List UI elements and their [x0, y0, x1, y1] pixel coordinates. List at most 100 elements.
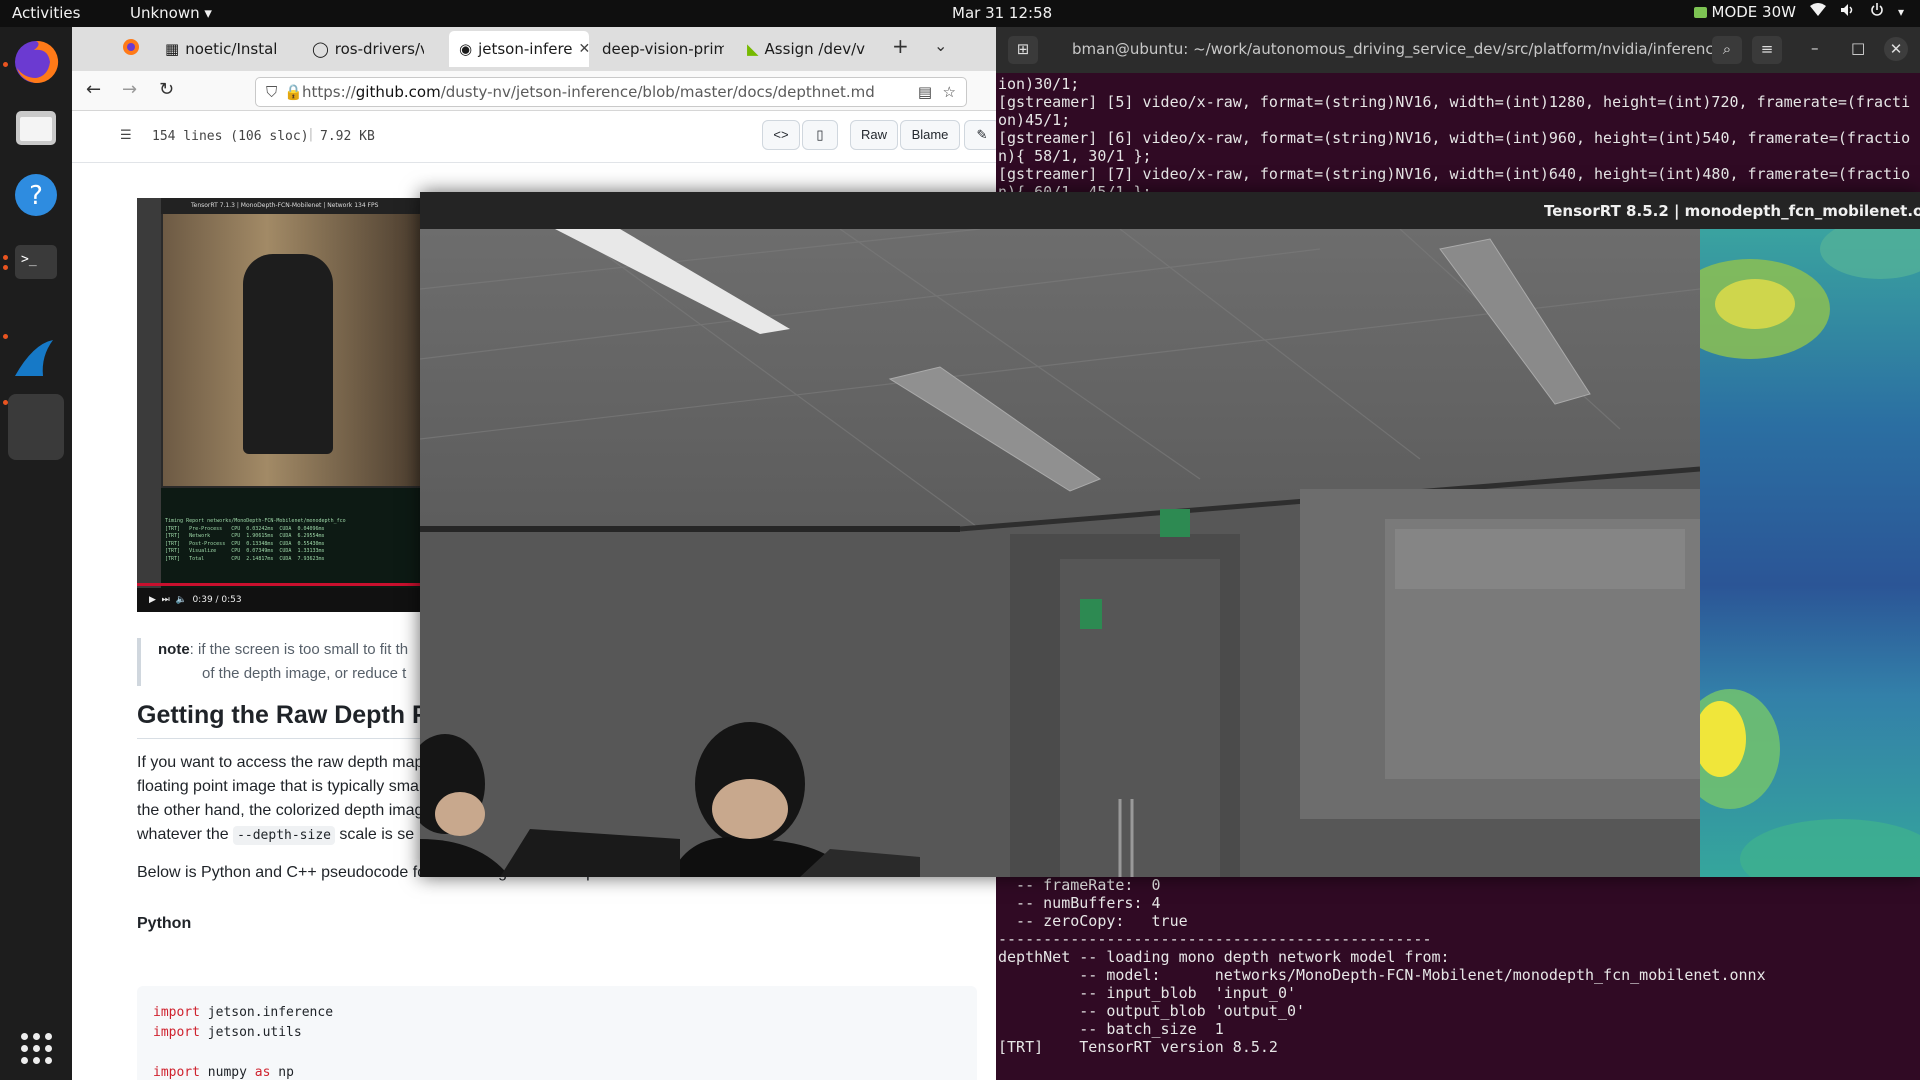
- close-icon[interactable]: ✕: [579, 41, 589, 57]
- caret-down-icon: ▾: [204, 4, 212, 22]
- section-heading: Getting the Raw Depth Fi: [137, 701, 435, 729]
- terminal-line: n){ 58/1, 30/1 };: [998, 147, 1152, 165]
- tab-label: Assign /dev/v: [764, 40, 866, 58]
- minimize-icon[interactable]: –: [1811, 39, 1819, 57]
- clock[interactable]: Mar 31 12:58: [952, 4, 1052, 22]
- terminal-line: ----------------------------------------…: [998, 930, 1432, 948]
- new-tab-plus-icon[interactable]: +: [892, 34, 909, 58]
- new-tab-button[interactable]: ⊞: [1008, 36, 1038, 64]
- shield-icon[interactable]: ⛉: [266, 78, 277, 106]
- terminal-output-top: ion)30/1; [gstreamer] [5] video/x-raw, fo…: [998, 75, 1910, 201]
- url-bar[interactable]: ⛉ 🔒 https://github.com/dusty-nv/jetson-i…: [255, 77, 967, 107]
- maximize-icon[interactable]: □: [1851, 39, 1865, 57]
- svg-text:?: ?: [29, 181, 43, 211]
- files-launcher[interactable]: [8, 102, 64, 158]
- tab-strip: ▦ noetic/Install ✕ ◯ ros-drivers/v ✕ ◉ j…: [72, 27, 996, 71]
- subheading-python: Python: [137, 915, 192, 932]
- viewer-title: TensorRT 8.5.2 | monodepth_fcn_mobilenet…: [1544, 202, 1920, 220]
- tensorrt-window-launcher[interactable]: [8, 394, 64, 460]
- terminal-line: -- output_blob 'output_0': [998, 1002, 1306, 1020]
- app-menu-label: Unknown: [130, 4, 200, 22]
- terminal-launcher[interactable]: >_: [8, 236, 64, 292]
- running-indicator: [3, 62, 8, 67]
- video-time: 0:39 / 0:53: [192, 595, 242, 605]
- lock-icon[interactable]: 🔒: [284, 78, 303, 106]
- terminal-line: [gstreamer] [5] video/x-raw, format=(str…: [998, 93, 1911, 111]
- paragraph-line: floating point image that is typically s…: [137, 778, 423, 795]
- depth-colormap: [1700, 229, 1920, 877]
- terminal-title: bman@ubuntu: ~/work/autonomous_driving_s…: [1072, 40, 1723, 58]
- svg-text:>_: >_: [21, 252, 37, 267]
- power-mode-indicator[interactable]: MODE 30W: [1693, 3, 1796, 21]
- terminal-line: [gstreamer] [6] video/x-raw, format=(str…: [998, 129, 1911, 147]
- terminal-line: ion)30/1;: [998, 75, 1080, 93]
- paragraph-line: If you want to access the raw depth map: [137, 754, 424, 771]
- separator: |: [307, 127, 315, 142]
- help-launcher[interactable]: ?: [8, 169, 64, 225]
- activities-button[interactable]: Activities: [12, 4, 80, 22]
- wireshark-launcher[interactable]: [8, 333, 64, 389]
- reload-icon[interactable]: ↻: [159, 79, 174, 100]
- camera-feed: [420, 229, 1700, 877]
- app-menu[interactable]: Unknown ▾: [130, 4, 212, 22]
- power-icon: [1870, 3, 1884, 21]
- preview-button[interactable]: ▯: [802, 120, 838, 150]
- close-icon[interactable]: ✕: [1884, 37, 1908, 61]
- tab-list-chevron-icon[interactable]: ⌄: [934, 36, 947, 55]
- pencil-icon: ✎: [976, 127, 988, 142]
- terminal-line: -- model: networks/MonoDepth-FCN-Mobilen…: [998, 966, 1766, 984]
- running-indicator: [3, 400, 8, 405]
- volume-icon[interactable]: 🔈: [176, 595, 187, 605]
- firefox-tab-icon[interactable]: [122, 38, 140, 60]
- back-arrow-icon[interactable]: ←: [86, 79, 101, 100]
- firefox-launcher[interactable]: [8, 36, 64, 92]
- code-line: import jetson.inference: [153, 1005, 334, 1020]
- next-icon[interactable]: ⏭: [162, 595, 170, 605]
- grid-favicon-icon: ▦: [165, 40, 180, 58]
- terminal-icon: >_: [13, 239, 59, 289]
- blame-button[interactable]: Blame: [900, 120, 960, 150]
- paragraph-line: whatever the --depth-size scale is se: [137, 826, 414, 845]
- tab-noetic[interactable]: ▦ noetic/Install ✕: [165, 31, 277, 67]
- office-scene: [420, 229, 1700, 877]
- search-button[interactable]: ⌕: [1712, 36, 1742, 64]
- nvidia-icon: [1693, 6, 1707, 18]
- inline-code: --depth-size: [233, 826, 335, 845]
- dock: ? >_: [0, 27, 72, 1080]
- menu-button[interactable]: ≡: [1752, 36, 1782, 64]
- reader-view-icon[interactable]: ▤: [918, 78, 932, 106]
- code-block: import jetson.inference import jetson.ut…: [137, 986, 977, 1080]
- tab-assign-dev[interactable]: ◣ Assign /dev/v ✕: [747, 31, 867, 67]
- tab-label: deep-vision-prim: [602, 40, 724, 58]
- code-line: import jetson.utils: [153, 1025, 302, 1040]
- terminal-line: depthNet -- loading mono depth network m…: [998, 948, 1450, 966]
- tab-deep-vision[interactable]: deep-vision-prim ✕: [602, 31, 724, 67]
- file-size: 7.92 KB: [320, 129, 375, 144]
- terminal-line: -- numBuffers: 4: [998, 894, 1161, 912]
- code-view-button[interactable]: <>: [762, 120, 800, 150]
- grid-icon: [20, 1032, 52, 1064]
- outline-list-icon[interactable]: ☰: [120, 128, 132, 143]
- viewer-titlebar[interactable]: TensorRT 8.5.2 | monodepth_fcn_mobilenet…: [420, 192, 1920, 229]
- github-favicon-icon: ◉: [459, 40, 473, 58]
- shark-fin-icon: [13, 336, 59, 386]
- bookmark-star-icon[interactable]: ☆: [943, 78, 956, 106]
- tensorrt-viewer-window[interactable]: TensorRT 8.5.2 | monodepth_fcn_mobilenet…: [420, 192, 1920, 877]
- play-icon[interactable]: ▶: [149, 595, 156, 605]
- edit-button[interactable]: ✎: [964, 120, 996, 150]
- file-icon: ▯: [816, 127, 824, 142]
- desktop: Activities Unknown ▾ Mar 31 12:58 MODE 3…: [0, 0, 1920, 1080]
- running-indicator: [3, 265, 8, 270]
- depth-map: [1700, 229, 1920, 877]
- tab-label: jetson-infere: [478, 40, 573, 58]
- tab-jetson-inference[interactable]: ◉ jetson-infere ✕: [449, 31, 589, 67]
- note-label: note: [158, 641, 190, 658]
- tab-ros-drivers[interactable]: ◯ ros-drivers/v ✕: [312, 31, 424, 67]
- show-apps-button[interactable]: [8, 1020, 64, 1076]
- terminal-header: ⊞ bman@ubuntu: ~/work/autonomous_driving…: [996, 27, 1920, 73]
- forward-arrow-icon[interactable]: →: [122, 79, 137, 100]
- new-tab-icon: ⊞: [1016, 40, 1030, 58]
- raw-button[interactable]: Raw: [850, 120, 898, 150]
- url-path: /dusty-nv/jetson-inference/blob/master/d…: [440, 83, 875, 101]
- status-area[interactable]: MODE 30W ▾: [1693, 3, 1904, 21]
